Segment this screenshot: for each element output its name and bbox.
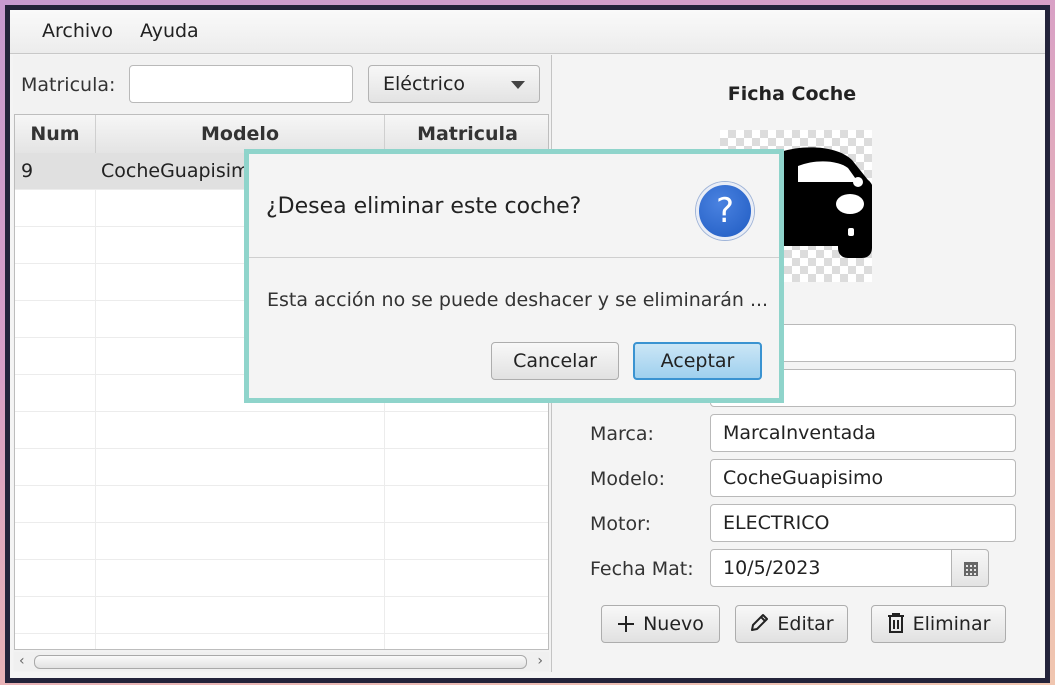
motor-field[interactable]: ELECTRICO	[710, 504, 1016, 542]
calendar-button[interactable]	[951, 549, 989, 587]
nuevo-label: Nuevo	[643, 613, 704, 635]
column-header-modelo[interactable]: Modelo	[96, 115, 385, 153]
table-row[interactable]	[15, 523, 548, 560]
column-header-num[interactable]: Num	[15, 115, 96, 153]
matricula-filter-input[interactable]	[129, 65, 353, 103]
menu-archivo[interactable]: Archivo	[42, 20, 113, 42]
detail-title: Ficha Coche	[727, 83, 857, 105]
plus-icon	[618, 616, 635, 632]
editar-button[interactable]: Editar	[735, 605, 848, 643]
type-filter-select[interactable]: Eléctrico	[368, 65, 540, 103]
accept-button[interactable]: Aceptar	[633, 342, 762, 380]
marca-label: Marca:	[590, 423, 654, 445]
fecha-field[interactable]: 10/5/2023	[710, 549, 952, 587]
calendar-icon	[964, 562, 978, 576]
scroll-right-icon[interactable]: ›	[537, 652, 543, 671]
motor-label: Motor:	[590, 513, 651, 535]
menu-bar: Archivo Ayuda	[10, 10, 1045, 54]
marca-field[interactable]: MarcaInventada	[710, 414, 1016, 452]
cell-num: 9	[21, 160, 34, 182]
modelo-field[interactable]: CocheGuapisimo	[710, 459, 1016, 497]
menu-ayuda[interactable]: Ayuda	[140, 20, 199, 42]
chevron-down-icon	[511, 81, 525, 89]
pencil-icon	[751, 614, 769, 631]
scroll-left-icon[interactable]: ‹	[19, 652, 25, 671]
dialog-header-text: ¿Desea eliminar este coche?	[266, 194, 582, 219]
eliminar-button[interactable]: Eliminar	[871, 605, 1006, 643]
eliminar-label: Eliminar	[912, 613, 991, 635]
dialog-header: ¿Desea eliminar este coche? ?	[249, 154, 779, 258]
fecha-label: Fecha Mat:	[590, 558, 694, 580]
column-header-matricula[interactable]: Matricula	[385, 115, 548, 153]
question-icon: ?	[696, 182, 754, 240]
table-row[interactable]	[15, 449, 548, 486]
table-row[interactable]	[15, 486, 548, 523]
confirm-delete-dialog: ¿Desea eliminar este coche? ? Esta acció…	[244, 149, 784, 403]
editar-label: Editar	[777, 613, 834, 635]
dialog-content-text: Esta acción no se puede deshacer y se el…	[267, 289, 769, 311]
table-row[interactable]	[15, 412, 548, 449]
table-row[interactable]	[15, 597, 548, 634]
matricula-filter-label: Matricula:	[21, 74, 116, 96]
scrollbar-thumb[interactable]	[34, 655, 527, 669]
type-filter-value: Eléctrico	[383, 73, 466, 95]
trash-icon	[887, 613, 904, 633]
horizontal-scrollbar[interactable]: ‹ ›	[14, 652, 549, 671]
nuevo-button[interactable]: Nuevo	[601, 605, 720, 643]
modelo-label: Modelo:	[590, 468, 666, 490]
table-row[interactable]	[15, 560, 548, 597]
cancel-button[interactable]: Cancelar	[491, 342, 619, 380]
